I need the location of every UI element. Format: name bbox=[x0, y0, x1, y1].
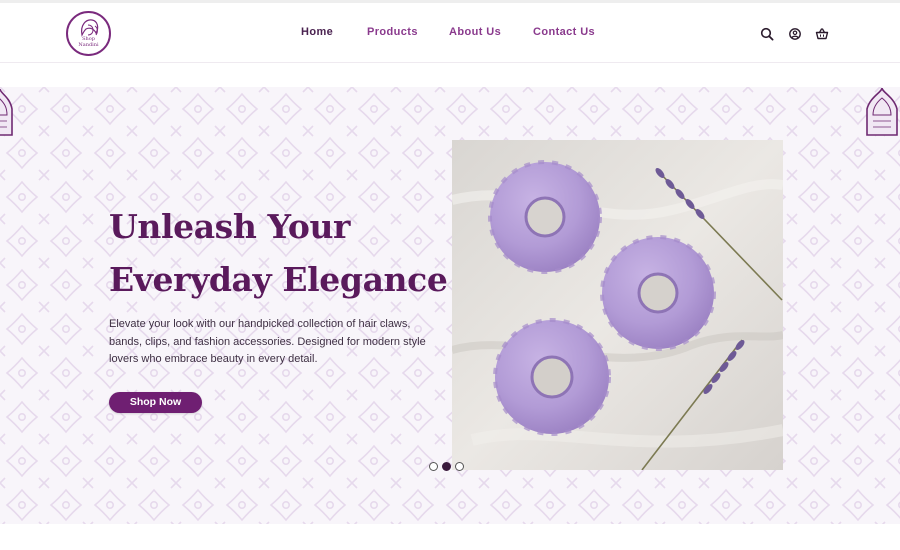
search-icon[interactable] bbox=[760, 27, 774, 41]
slider-dot-2-active[interactable] bbox=[442, 462, 451, 471]
scrunchie-top bbox=[488, 160, 602, 274]
nav-products[interactable]: Products bbox=[367, 26, 418, 38]
hero-headline: Unleash Your Everyday Elegance bbox=[109, 200, 449, 306]
scrunchie-bottom bbox=[493, 318, 611, 436]
shop-now-button[interactable]: Shop Now bbox=[109, 392, 202, 413]
cart-icon[interactable] bbox=[815, 27, 829, 41]
slider-dots bbox=[429, 462, 465, 472]
hero-description: Elevate your look with our handpicked co… bbox=[109, 318, 426, 365]
headline-line-2: Everyday Elegance bbox=[109, 260, 448, 299]
scrunchie-right bbox=[600, 235, 716, 351]
dome-ornament-left-icon bbox=[0, 88, 13, 136]
nav-contact-us[interactable]: Contact Us bbox=[533, 26, 595, 38]
user-icon[interactable] bbox=[788, 27, 802, 41]
slider-dot-1[interactable] bbox=[429, 462, 438, 471]
headline-line-1: Unleash Your bbox=[109, 207, 351, 246]
site-header: Shop Nandini Home Products About Us Cont… bbox=[0, 3, 900, 63]
nav-home[interactable]: Home bbox=[301, 26, 333, 38]
nav-about-us[interactable]: About Us bbox=[449, 26, 501, 38]
hero-product-image bbox=[452, 140, 783, 470]
slider-dot-3[interactable] bbox=[455, 462, 464, 471]
dome-ornament-right-icon bbox=[866, 87, 898, 136]
